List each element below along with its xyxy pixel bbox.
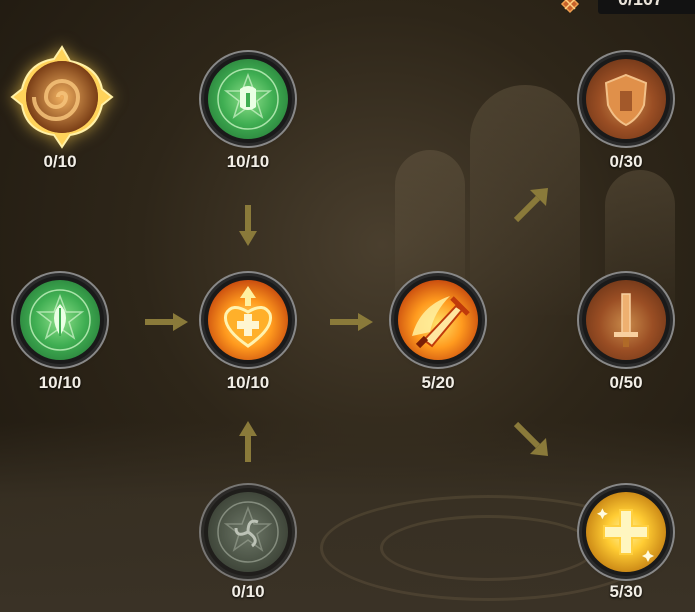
talent-node-heart[interactable] [204, 276, 292, 364]
talent-node-shield[interactable] [582, 55, 670, 143]
progress-leaf: 10/10 [38, 373, 82, 392]
shield-icon [604, 73, 648, 127]
progress-spiral: 0/10 [231, 582, 265, 601]
progress-swirl: 0/10 [43, 152, 77, 171]
flaming-sword-icon [412, 296, 470, 349]
progress-heart: 10/10 [226, 373, 270, 392]
talent-point-icon [560, 0, 580, 14]
arrow-downright-sword-to-cross [513, 421, 548, 456]
progress-sword: 5/20 [421, 373, 455, 392]
progress-blade: 0/50 [609, 373, 643, 392]
talent-node-sword[interactable] [394, 276, 482, 364]
background-floor-ring-inner [380, 515, 596, 581]
talent-node-swirl[interactable] [10, 45, 114, 149]
progress-helm: 10/10 [226, 152, 270, 171]
triskelion-rune-icon [217, 501, 279, 563]
arrow-down-helm-to-heart [239, 205, 257, 246]
talent-node-helm[interactable] [204, 55, 292, 143]
heart-plus-icon [223, 286, 273, 348]
swirl-icon [10, 45, 114, 149]
leaf-rune-icon [29, 289, 91, 351]
arrow-upright-sword-to-shield [513, 188, 548, 223]
holy-cross-icon [597, 508, 654, 562]
arrow-up-spiral-to-heart [239, 421, 257, 462]
progress-shield: 0/30 [609, 152, 643, 171]
talent-points-counter: 0/107 [598, 0, 695, 14]
arrow-right-heart-to-sword [330, 313, 373, 331]
talent-node-spiral[interactable] [204, 488, 292, 576]
progress-cross: 5/30 [609, 582, 643, 601]
blade-icon [614, 293, 638, 347]
talent-node-leaf[interactable] [16, 276, 104, 364]
helm-rune-icon [217, 68, 279, 130]
arrow-right-leaf-to-heart [145, 313, 188, 331]
talent-node-blade[interactable] [582, 276, 670, 364]
talent-node-cross[interactable] [582, 488, 670, 576]
